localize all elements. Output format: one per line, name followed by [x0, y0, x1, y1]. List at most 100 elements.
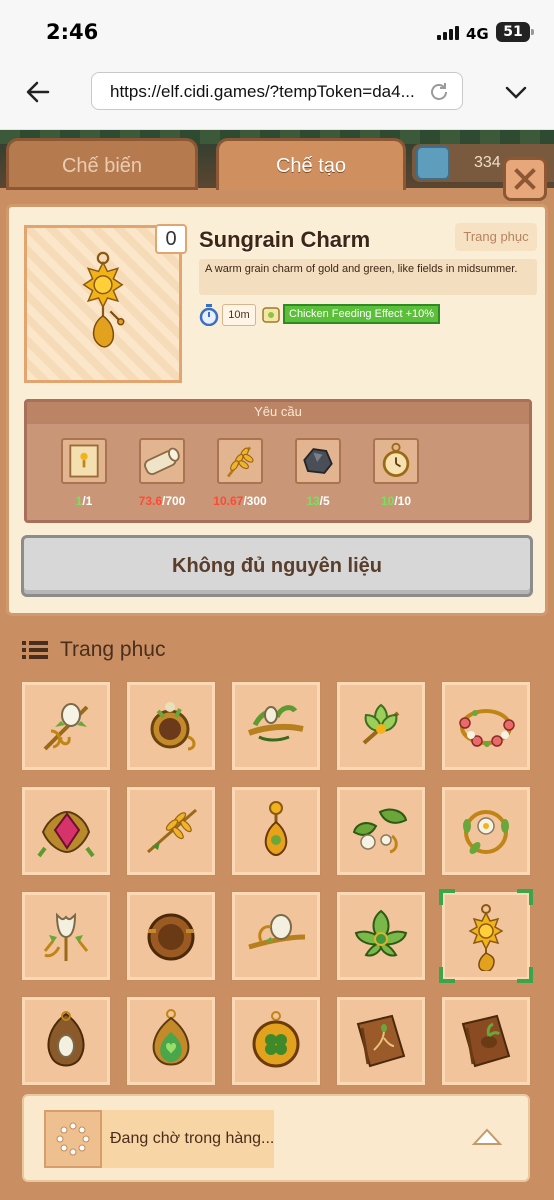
status-bar: 2:46 4G 51: [0, 0, 554, 64]
list-title: Trang phục: [60, 638, 166, 661]
grid-item[interactable]: [22, 892, 110, 980]
blossom-pin-icon: [352, 808, 408, 854]
item-effect: Chicken Feeding Effect +10%: [261, 304, 441, 324]
close-button[interactable]: [503, 157, 547, 201]
tab-processing-label: Chế biến: [61, 155, 143, 177]
requirement-count: 73.6/700: [138, 494, 186, 508]
selection-corner: [439, 967, 455, 983]
tab-processing[interactable]: Chế biến: [6, 138, 198, 190]
requirement-item[interactable]: 1/1: [53, 438, 115, 508]
recipe-scroll-icon: [61, 438, 107, 484]
reload-icon[interactable]: [428, 81, 450, 103]
list-header: Trang phục: [22, 638, 165, 662]
chevron-up-icon[interactable]: [472, 1126, 502, 1146]
grid-item[interactable]: [337, 892, 425, 980]
amber-pendant-icon: [264, 801, 288, 856]
feed-bag-icon: [262, 307, 280, 323]
seed-amulet-icon: [47, 1011, 85, 1067]
bronze-brooch-icon: [150, 702, 196, 751]
tab-crafting-label: Chế tạo: [275, 155, 347, 177]
flower-hairpin-icon: [43, 703, 89, 751]
address-bar[interactable]: https://elf.cidi.games/?tempToken=da4...: [91, 72, 463, 110]
lotus-brooch-icon: [362, 703, 400, 745]
requirements-title: Yêu cầu: [27, 402, 529, 424]
requirement-count: 10.67/300: [213, 494, 267, 508]
game-canvas: Chế biến Chế tạo 334 0 Sungrain Charm Tr…: [0, 130, 554, 1200]
chevron-down-icon[interactable]: [504, 82, 528, 102]
wreath-brooch-icon: [463, 810, 509, 854]
grid-item-selected[interactable]: [439, 889, 533, 983]
sprout-book-icon: [461, 1014, 511, 1068]
craft-time-value: 10m: [222, 304, 256, 326]
queue-slot[interactable]: [44, 1110, 102, 1168]
grid-item[interactable]: [22, 787, 110, 875]
browser-toolbar: https://elf.cidi.games/?tempToken=da4...: [0, 64, 554, 130]
owned-count-badge: 0: [155, 224, 187, 254]
craft-button[interactable]: Không đủ nguyên liệu: [21, 535, 533, 597]
ruby-brooch-icon: [37, 810, 95, 858]
sungrain-charm-icon: [82, 251, 125, 348]
item-detail-panel: 0 Sungrain Charm Trang phục A warm grain…: [6, 204, 548, 616]
currency-count: 334: [474, 154, 501, 171]
grid-item[interactable]: [232, 682, 320, 770]
stopwatch-icon: [199, 304, 219, 326]
wood-log-icon: [139, 438, 185, 484]
grid-item[interactable]: [127, 892, 215, 980]
requirement-count: 13/5: [306, 494, 330, 508]
grid-item[interactable]: [127, 997, 215, 1085]
loading-spinner-icon: [56, 1122, 90, 1156]
grid-item[interactable]: [232, 892, 320, 980]
tulip-hairpin-icon: [43, 912, 89, 961]
rose-hairclip-icon: [248, 914, 306, 950]
selection-corner: [439, 889, 455, 905]
grid-item[interactable]: [232, 787, 320, 875]
wooden-brooch-icon: [147, 913, 195, 961]
pocket-watch-icon: [373, 438, 419, 484]
wheat-icon: [217, 438, 263, 484]
clover-medallion-icon: [252, 1011, 300, 1068]
grid-item[interactable]: [337, 682, 425, 770]
tab-crafting[interactable]: Chế tạo: [216, 138, 406, 190]
craft-time: 10m: [199, 304, 256, 326]
list-icon: [22, 641, 48, 659]
queue-status: Đang chờ trong hàng...: [110, 1130, 275, 1147]
grid-item[interactable]: [442, 682, 530, 770]
heart-leaf-pendant-icon: [152, 1009, 190, 1066]
requirement-item[interactable]: 13/5: [287, 438, 349, 508]
back-arrow-icon[interactable]: [24, 78, 52, 106]
item-name: Sungrain Charm: [199, 227, 371, 252]
grid-item[interactable]: [127, 787, 215, 875]
url-text[interactable]: https://elf.cidi.games/?tempToken=da4...: [110, 82, 422, 102]
selection-corner: [517, 889, 533, 905]
signal-icon: [437, 26, 459, 40]
requirements-panel: Yêu cầu 1/1 73.6/700 10.67/300 13/5 10/1…: [24, 399, 532, 523]
grid-item[interactable]: [127, 682, 215, 770]
requirement-item[interactable]: 10.67/300: [209, 438, 271, 508]
grid-item[interactable]: [232, 997, 320, 1085]
craft-button-label: Không đủ nguyên liệu: [172, 555, 382, 577]
grid-item[interactable]: [442, 787, 530, 875]
requirement-count: 10/10: [380, 494, 412, 508]
grid-item[interactable]: [22, 682, 110, 770]
requirement-item[interactable]: 10/10: [365, 438, 427, 508]
wheat-hairpin-icon: [147, 808, 197, 854]
requirement-count: 1/1: [75, 494, 93, 508]
sungrain-charm-icon: [468, 904, 504, 971]
grid-item[interactable]: [442, 997, 530, 1085]
requirement-item[interactable]: 73.6/700: [131, 438, 193, 508]
grid-item[interactable]: [22, 997, 110, 1085]
leaf-gem-icon: [416, 146, 450, 180]
craft-queue: Đang chờ trong hàng...: [22, 1094, 530, 1182]
grid-item[interactable]: [337, 997, 425, 1085]
selection-corner: [517, 967, 533, 983]
stone-ore-icon: [295, 438, 341, 484]
jade-leaf-brooch-icon: [354, 909, 408, 957]
network-type: 4G: [466, 25, 489, 43]
flower-bracelet-icon: [459, 709, 515, 747]
grid-item[interactable]: [337, 787, 425, 875]
close-icon: [514, 168, 536, 190]
status-time: 2:46: [46, 20, 99, 44]
effect-label: Chicken Feeding Effect +10%: [283, 304, 441, 324]
battery-icon: 51: [496, 22, 534, 42]
root-book-icon: [356, 1014, 406, 1068]
